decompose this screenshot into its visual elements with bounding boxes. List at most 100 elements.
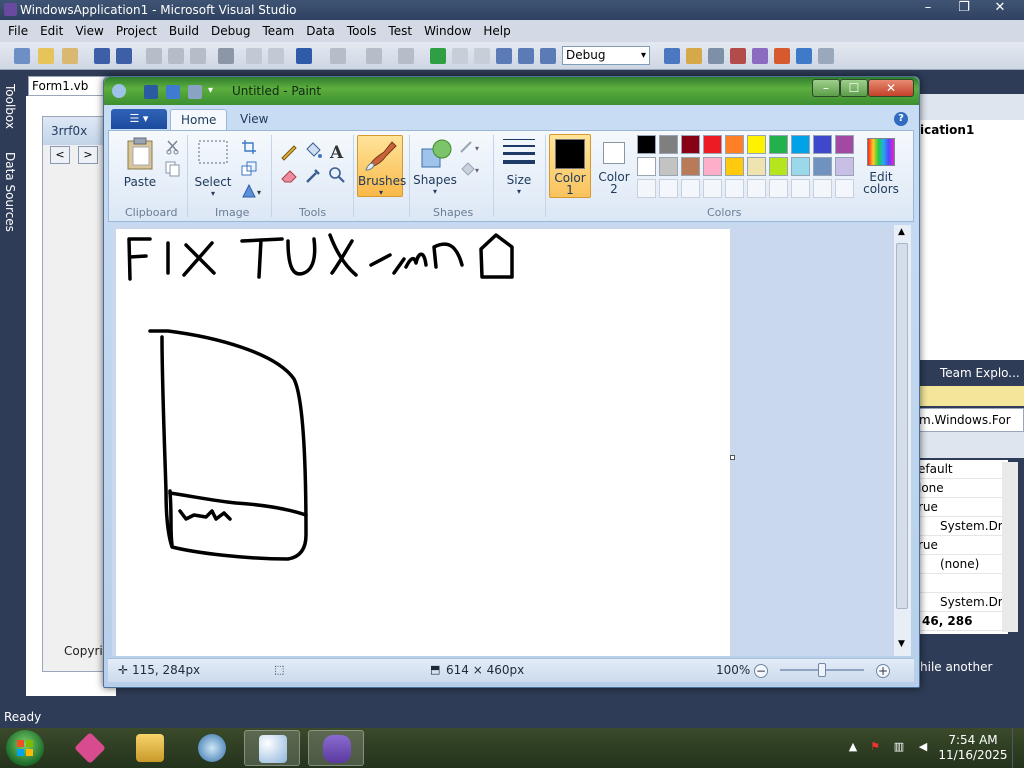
- canvas-resize-handle[interactable]: [730, 455, 735, 460]
- fill-bucket-icon[interactable]: [303, 141, 323, 161]
- palette-swatch[interactable]: [637, 135, 656, 154]
- property-value[interactable]: 46, 286: [916, 612, 1008, 631]
- nav-back-button[interactable]: <: [50, 146, 70, 164]
- add-item-icon[interactable]: [62, 48, 78, 64]
- property-value[interactable]: rue: [916, 536, 1008, 555]
- color2-button[interactable]: Color 2: [593, 134, 635, 198]
- paint-minimize-button[interactable]: –: [812, 79, 840, 97]
- menu-data[interactable]: Data: [300, 20, 341, 42]
- data-sources-tab[interactable]: Data Sources: [3, 152, 17, 232]
- zoom-out-button[interactable]: −: [754, 664, 768, 678]
- property-value[interactable]: System.Dra: [916, 593, 1008, 612]
- taskbar-visual-studio[interactable]: [308, 730, 364, 766]
- rotate-icon[interactable]: ▾: [241, 183, 265, 199]
- nav-forward-button[interactable]: >: [78, 146, 98, 164]
- start-page-icon[interactable]: [774, 48, 790, 64]
- taskbar-explorer[interactable]: [122, 730, 178, 766]
- palette-swatch[interactable]: [747, 135, 766, 154]
- cut-icon[interactable]: [146, 48, 162, 64]
- properties-icon[interactable]: [708, 48, 724, 64]
- copy-icon[interactable]: [165, 161, 181, 177]
- palette-swatch[interactable]: [725, 179, 744, 198]
- vs-close-button[interactable]: ✕: [982, 0, 1018, 18]
- menu-view[interactable]: View: [69, 20, 109, 42]
- palette-swatch[interactable]: [747, 157, 766, 176]
- menu-build[interactable]: Build: [163, 20, 205, 42]
- paste-button[interactable]: Paste: [117, 135, 163, 197]
- palette-swatch[interactable]: [681, 157, 700, 176]
- canvas-vertical-scrollbar[interactable]: ▲ ▼: [894, 225, 911, 656]
- save-icon[interactable]: [94, 48, 110, 64]
- palette-swatch[interactable]: [835, 157, 854, 176]
- scroll-up-arrow-icon[interactable]: ▲: [898, 227, 905, 237]
- vs-minimize-button[interactable]: –: [910, 0, 946, 18]
- start-debugging-icon[interactable]: [430, 48, 446, 64]
- quick-undo-icon[interactable]: [166, 85, 180, 99]
- tab-home[interactable]: Home: [170, 109, 228, 131]
- palette-swatch[interactable]: [747, 179, 766, 198]
- solution-node[interactable]: ication1: [920, 123, 974, 137]
- solution-explorer-icon[interactable]: [686, 48, 702, 64]
- palette-swatch[interactable]: [703, 157, 722, 176]
- paint-title-bar[interactable]: ▾ Untitled - Paint – ☐ ✕: [104, 77, 919, 105]
- save-all-icon[interactable]: [116, 48, 132, 64]
- palette-swatch[interactable]: [791, 157, 810, 176]
- shapes-button[interactable]: Shapes ▾: [413, 135, 457, 197]
- properties-scrollbar[interactable]: [1002, 462, 1018, 632]
- drawing-canvas[interactable]: [116, 229, 730, 656]
- taskbar-paint[interactable]: [244, 730, 300, 766]
- fill-icon[interactable]: ▾: [459, 161, 485, 177]
- color-picker-icon[interactable]: [303, 165, 323, 185]
- palette-swatch[interactable]: [659, 135, 678, 154]
- quick-save-icon[interactable]: [144, 85, 158, 99]
- uncomment-icon[interactable]: [268, 48, 284, 64]
- edit-colors-button[interactable]: Edit colors: [859, 134, 903, 198]
- palette-swatch[interactable]: [769, 179, 788, 198]
- resize-icon[interactable]: [241, 161, 257, 177]
- crop-icon[interactable]: [241, 139, 257, 155]
- other-windows-icon[interactable]: [818, 48, 834, 64]
- navigate-forward-icon[interactable]: [398, 48, 414, 64]
- palette-swatch[interactable]: [637, 157, 656, 176]
- palette-swatch[interactable]: [725, 135, 744, 154]
- taskbar-clock[interactable]: 7:54 AM 11/16/2025: [938, 733, 1008, 763]
- select-button[interactable]: Select ▾: [191, 135, 235, 199]
- step-over-icon[interactable]: [518, 48, 534, 64]
- menu-file[interactable]: File: [2, 20, 34, 42]
- palette-swatch[interactable]: [791, 135, 810, 154]
- size-button[interactable]: Size ▾: [497, 135, 541, 197]
- paste-icon[interactable]: [190, 48, 206, 64]
- palette-swatch[interactable]: [813, 179, 832, 198]
- menu-edit[interactable]: Edit: [34, 20, 69, 42]
- menu-team[interactable]: Team: [256, 20, 300, 42]
- redo-icon[interactable]: [330, 48, 346, 64]
- zoom-in-button[interactable]: +: [876, 664, 890, 678]
- paint-menu-button[interactable]: ☰ ▾: [111, 109, 167, 129]
- toolbox-icon[interactable]: [752, 48, 768, 64]
- cut-icon[interactable]: [165, 139, 181, 155]
- team-explorer-tab[interactable]: Team Explo...: [918, 362, 1024, 384]
- palette-swatch[interactable]: [725, 157, 744, 176]
- show-desktop-button[interactable]: [1012, 728, 1024, 768]
- help-icon[interactable]: ?: [894, 112, 908, 126]
- form-preview[interactable]: 3rrf0x: [42, 116, 113, 672]
- copy-icon[interactable]: [168, 48, 184, 64]
- extension-icon[interactable]: [796, 48, 812, 64]
- menu-help[interactable]: Help: [477, 20, 516, 42]
- volume-icon[interactable]: ◀: [916, 740, 930, 754]
- scroll-thumb[interactable]: [896, 243, 908, 609]
- property-value[interactable]: [916, 574, 1008, 593]
- zoom-slider-thumb[interactable]: [818, 663, 826, 677]
- stop-icon[interactable]: [474, 48, 490, 64]
- property-value[interactable]: System.Dra: [916, 517, 1008, 536]
- quick-access-dropdown-icon[interactable]: ▾: [208, 85, 218, 99]
- step-out-icon[interactable]: [540, 48, 556, 64]
- show-hidden-icons[interactable]: ▲: [846, 740, 860, 754]
- palette-swatch[interactable]: [769, 157, 788, 176]
- solution-configuration-select[interactable]: Debug: [562, 46, 650, 65]
- palette-swatch[interactable]: [637, 179, 656, 198]
- menu-window[interactable]: Window: [418, 20, 477, 42]
- pencil-icon[interactable]: [279, 141, 299, 161]
- palette-swatch[interactable]: [659, 157, 678, 176]
- comment-icon[interactable]: [246, 48, 262, 64]
